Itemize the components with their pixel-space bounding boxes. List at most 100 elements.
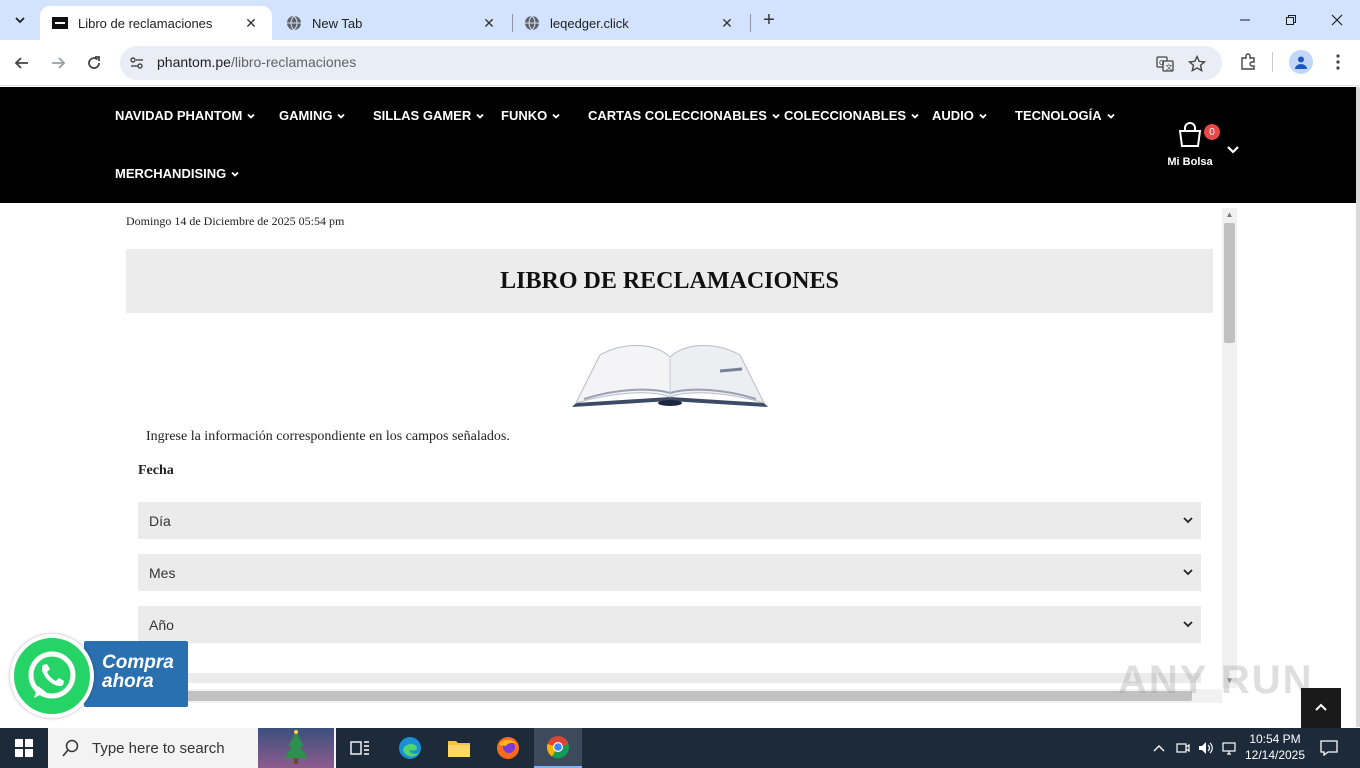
tab-new-tab[interactable]: New Tab ✕ — [274, 6, 510, 40]
reload-icon[interactable] — [80, 49, 108, 77]
close-window-icon[interactable] — [1314, 0, 1360, 40]
menu-label: AUDIO — [932, 108, 974, 123]
next-field[interactable] — [138, 673, 1201, 683]
restore-icon[interactable] — [1268, 0, 1314, 40]
close-icon[interactable]: ✕ — [718, 14, 736, 32]
banner-line-1: Compra — [102, 652, 174, 673]
close-icon[interactable]: ✕ — [480, 14, 498, 32]
forward-arrow-icon[interactable] — [44, 49, 72, 77]
open-book-icon — [572, 344, 768, 407]
network-icon[interactable] — [1220, 728, 1238, 768]
bookmark-star-icon[interactable] — [1186, 53, 1208, 75]
site-settings-icon[interactable] — [128, 54, 146, 72]
meet-now-icon[interactable] — [1174, 728, 1192, 768]
chevron-down-icon — [1183, 621, 1193, 628]
chevron-down-icon — [911, 113, 919, 119]
extensions-icon[interactable] — [1236, 50, 1260, 74]
whatsapp-banner[interactable]: Compra ahora — [84, 641, 188, 707]
scroll-up-arrow-icon[interactable]: ▲ — [1225, 210, 1234, 219]
chevron-down-icon — [15, 17, 25, 24]
translate-icon[interactable]: G文 — [1154, 53, 1176, 75]
form-vertical-scrollbar[interactable]: ▲ ▼ — [1222, 208, 1237, 688]
toolbar-divider — [1272, 52, 1273, 72]
file-explorer-icon[interactable] — [435, 728, 483, 768]
tab-separator — [750, 14, 751, 32]
scrollbar-thumb[interactable] — [152, 691, 1192, 701]
menu-navidad-phantom[interactable]: NAVIDAD PHANTOM — [115, 108, 255, 123]
taskbar-clock[interactable]: 10:54 PM 12/14/2025 — [1240, 731, 1310, 763]
back-to-top-button[interactable] — [1301, 688, 1341, 728]
volume-icon[interactable] — [1197, 728, 1215, 768]
menu-label: FUNKO — [501, 108, 548, 123]
menu-gaming[interactable]: GAMING — [279, 108, 346, 123]
whatsapp-icon[interactable] — [10, 634, 94, 718]
chevron-down-icon — [979, 113, 987, 119]
tab-search-button[interactable] — [6, 6, 34, 34]
minimize-icon[interactable] — [1222, 0, 1268, 40]
chevron-down-icon — [552, 113, 560, 119]
menu-label: TECNOLOGÍA — [1015, 108, 1102, 123]
cart-count-badge: 0 — [1204, 124, 1220, 140]
menu-audio[interactable]: AUDIO — [932, 108, 987, 123]
chevron-down-icon — [247, 113, 255, 119]
complaint-book-page: Domingo 14 de Diciembre de 2025 05:54 pm… — [0, 203, 1356, 728]
menu-merchandising[interactable]: MERCHANDISING — [115, 166, 239, 181]
svg-text:文: 文 — [1166, 63, 1173, 72]
new-tab-plus-icon[interactable]: + — [758, 9, 780, 31]
menu-tecnologia[interactable]: TECNOLOGÍA — [1015, 108, 1115, 123]
windows-start-icon[interactable] — [0, 728, 48, 768]
close-icon[interactable]: ✕ — [242, 14, 260, 32]
browser-tab-strip: Libro de reclamaciones ✕ New Tab ✕ leqed… — [0, 0, 1360, 40]
chevron-down-icon — [337, 113, 346, 119]
chrome-menu-icon[interactable] — [1326, 50, 1350, 74]
scrollbar-thumb[interactable] — [1224, 223, 1235, 343]
menu-label: CARTAS COLECCIONABLES — [588, 108, 767, 123]
browser-toolbar: phantom.pe/libro-reclamaciones G文 — [0, 40, 1360, 86]
back-arrow-icon[interactable] — [8, 49, 36, 77]
year-select[interactable]: Año — [138, 606, 1201, 643]
whatsapp-buy-widget[interactable]: Compra ahora — [10, 634, 190, 718]
day-select[interactable]: Día — [138, 502, 1201, 539]
menu-sillas-gamer[interactable]: SILLAS GAMER — [373, 108, 484, 123]
address-bar[interactable]: phantom.pe/libro-reclamaciones G文 — [120, 46, 1222, 80]
chevron-down-icon — [1107, 113, 1115, 119]
profile-avatar-icon[interactable] — [1289, 50, 1313, 74]
cart-button[interactable]: Mi Bolsa 0 — [1162, 121, 1220, 168]
month-select[interactable]: Mes — [138, 554, 1201, 591]
tab-title: Libro de reclamaciones — [78, 15, 213, 31]
banner-line-2: ahora — [102, 671, 154, 692]
taskbar-search-box[interactable]: Type here to search — [48, 728, 336, 768]
tab-leqedger[interactable]: leqedger.click ✕ — [512, 6, 748, 40]
windows-taskbar: Type here to search 10:54 PM 12/14/2025 — [0, 728, 1360, 768]
page-scrollbar[interactable] — [1356, 87, 1360, 727]
show-hidden-icons-chevron-icon[interactable] — [1150, 728, 1168, 768]
tab-title: leqedger.click — [550, 15, 629, 31]
search-highlight-image[interactable] — [258, 728, 334, 768]
menu-coleccionables[interactable]: COLECCIONABLES — [784, 108, 919, 123]
menu-label: GAMING — [279, 108, 333, 123]
chevron-down-icon[interactable] — [1226, 145, 1240, 155]
anyrun-watermark: ANY RUN — [1118, 658, 1314, 702]
tab-libro-reclamaciones[interactable]: Libro de reclamaciones ✕ — [40, 6, 272, 40]
clock-date: 12/14/2025 — [1244, 748, 1306, 762]
chevron-down-icon — [231, 171, 239, 177]
chrome-taskbar-icon[interactable] — [534, 728, 582, 768]
chevron-up-icon — [1315, 703, 1327, 711]
task-view-icon[interactable] — [336, 728, 384, 768]
menu-funko[interactable]: FUNKO — [501, 108, 560, 123]
menu-cartas-coleccionables[interactable]: CARTAS COLECCIONABLES — [588, 108, 780, 123]
chevron-down-icon — [476, 113, 484, 119]
shopping-bag-icon — [1178, 122, 1202, 147]
url-text[interactable]: phantom.pe/libro-reclamaciones — [157, 54, 356, 70]
page-title: LIBRO DE RECLAMACIONES — [500, 267, 839, 294]
chevron-down-icon — [772, 113, 780, 119]
site-header: NAVIDAD PHANTOM GAMING SILLAS GAMER FUNK… — [0, 87, 1356, 203]
notifications-icon[interactable] — [1314, 728, 1344, 768]
firefox-icon[interactable] — [484, 728, 532, 768]
clock-time: 10:54 PM — [1249, 732, 1301, 746]
menu-label: SILLAS GAMER — [373, 108, 472, 123]
edge-browser-icon[interactable] — [386, 728, 434, 768]
fecha-label: Fecha — [138, 463, 174, 478]
select-value: Año — [149, 616, 174, 633]
form-horizontal-scrollbar[interactable] — [138, 689, 1222, 703]
